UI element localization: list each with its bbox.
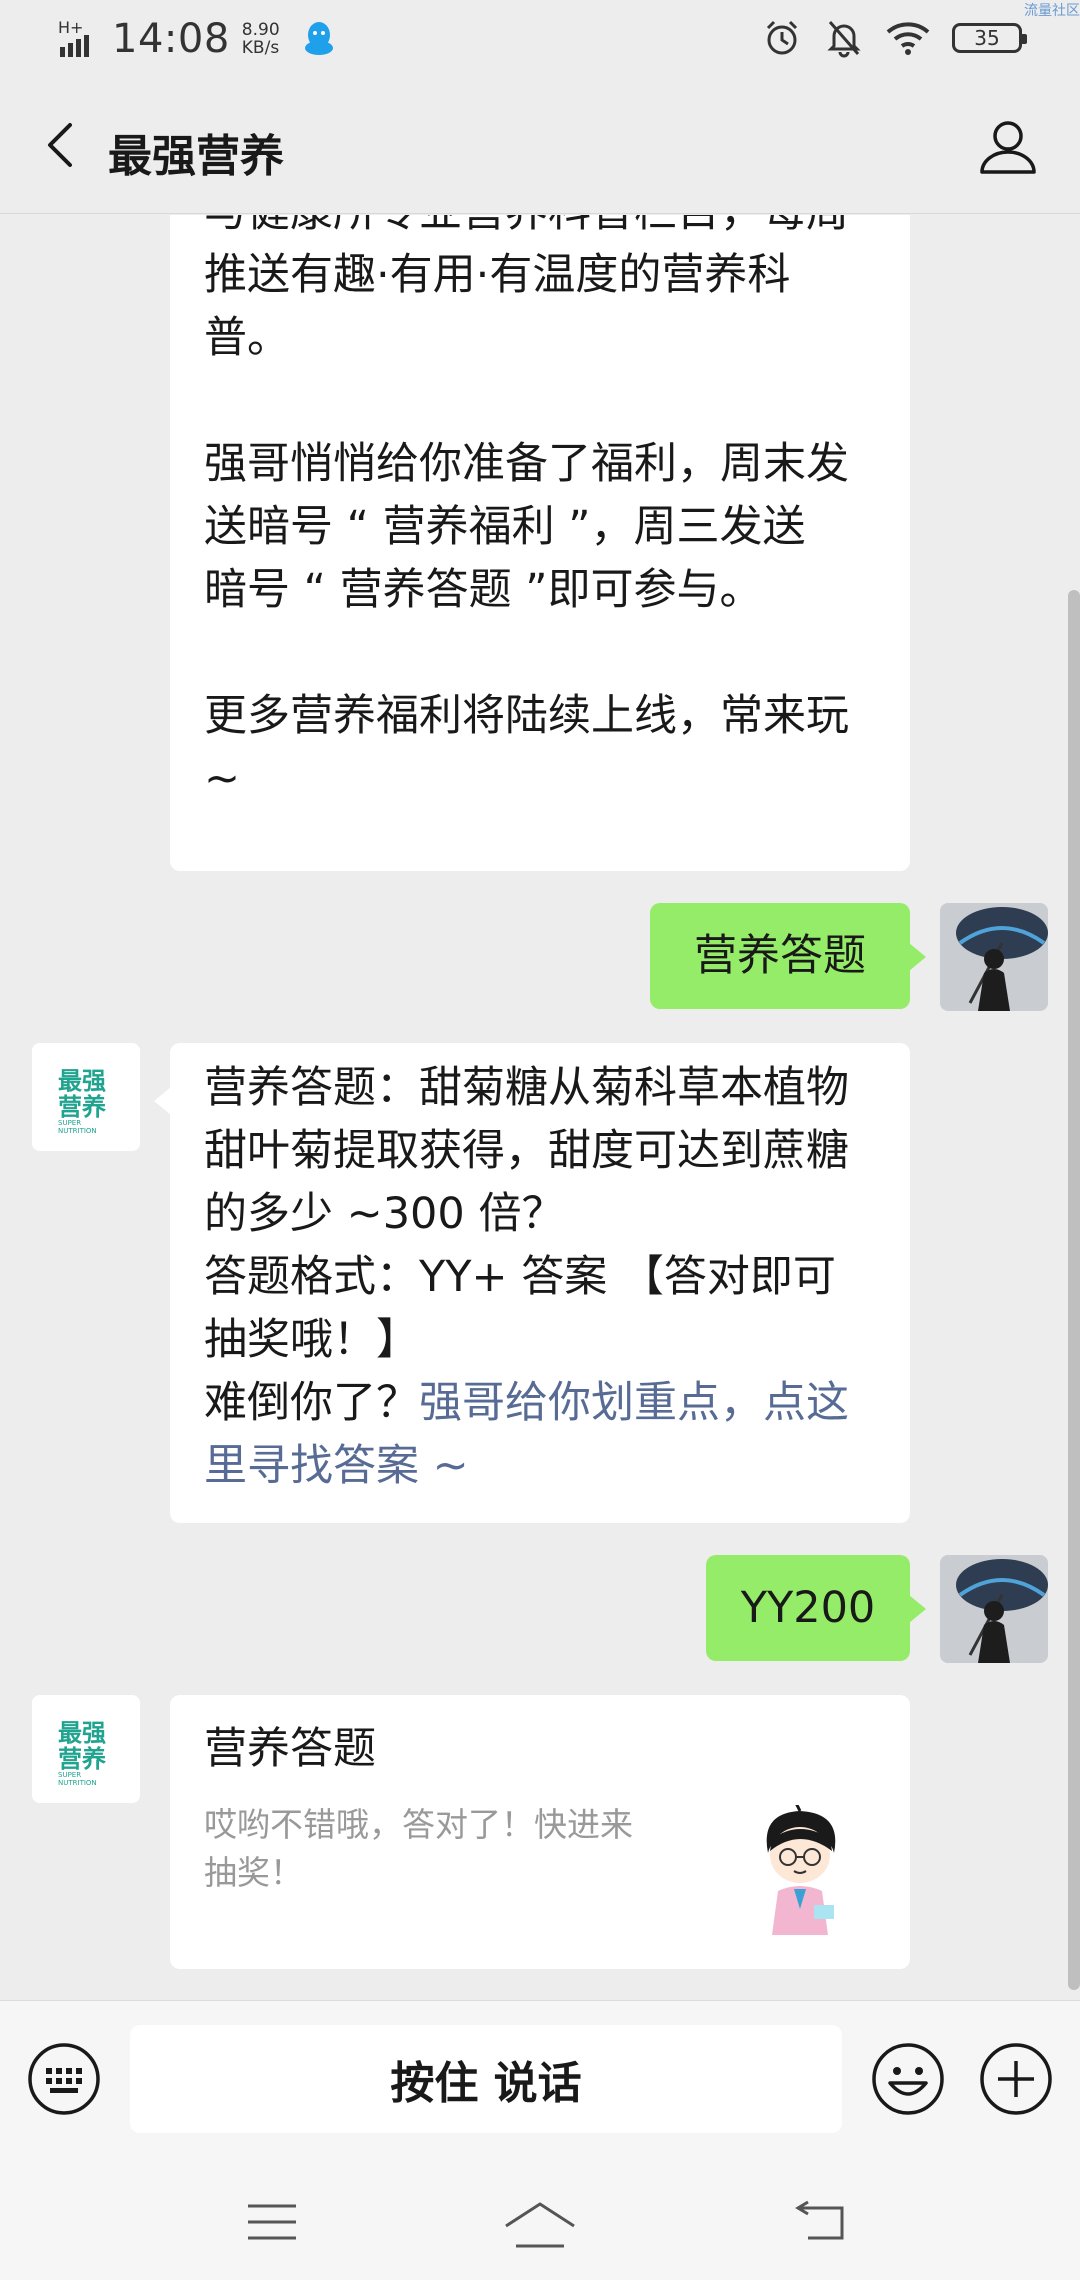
card-thumbnail: [766, 1805, 836, 1935]
page-title: 最强营养: [108, 131, 284, 182]
input-bar: 按住 说话: [0, 2000, 1080, 2160]
status-bar: H+ 14:08 8.90 KB/s 35 流量社区: [0, 0, 1080, 80]
svg-text:最强: 最强: [58, 1719, 106, 1747]
card-title: 营养答题: [204, 1724, 376, 1774]
mute-bell-icon: [827, 21, 861, 58]
message-user-reply-2[interactable]: YY200: [706, 1555, 926, 1661]
user-avatar[interactable]: [940, 903, 1048, 1011]
watermark: 流量社区: [1024, 3, 1080, 19]
emoji-icon[interactable]: [870, 2041, 946, 2117]
qq-notification-icon: [304, 22, 333, 55]
signal-icon: H+: [58, 17, 102, 61]
official-account-avatar[interactable]: 最强 营养 SUPER NUTRITION: [32, 1695, 140, 1803]
wifi-icon: [886, 22, 930, 55]
user-avatar[interactable]: [940, 1555, 1048, 1663]
svg-text:SUPER: SUPER: [58, 1771, 81, 1779]
back-nav-icon[interactable]: [790, 2200, 850, 2244]
system-navigation-bar: [0, 2160, 1080, 2280]
svg-text:NUTRITION: NUTRITION: [58, 1779, 97, 1787]
brand-logo-icon: 最强 营养 SUPER NUTRITION: [32, 1043, 140, 1151]
message-user-reply-1[interactable]: 营养答题: [650, 903, 926, 1009]
user-avatar-image: [940, 1555, 1048, 1663]
message-question[interactable]: 营养答题：甜菊糖从菊科草本植物 甜叶菊提取获得，甜度可达到蔗糖 的多少 ~300…: [154, 1043, 910, 1523]
home-icon[interactable]: [502, 2200, 578, 2250]
official-account-avatar[interactable]: 最强 营养 SUPER NUTRITION: [32, 1043, 140, 1151]
battery-indicator: 35: [952, 23, 1027, 53]
hold-to-talk-button[interactable]: 按住 说话: [130, 2025, 842, 2133]
svg-text:H+: H+: [58, 18, 83, 37]
message-intro[interactable]: 与健康所专业营养科普栏目，每周 推送有趣·有用·有温度的营养科 普。 强哥悄悄给…: [170, 215, 910, 871]
status-time: 14:08: [112, 16, 230, 62]
profile-icon[interactable]: [976, 114, 1040, 178]
svg-text:营养: 营养: [58, 1093, 106, 1121]
network-speed: 8.90 KB/s: [241, 20, 280, 58]
keyboard-toggle-icon[interactable]: [26, 2041, 102, 2117]
menu-icon[interactable]: [244, 2200, 300, 2244]
chat-header: 最强营养: [0, 80, 1080, 214]
back-button[interactable]: [30, 115, 90, 175]
svg-text:最强: 最强: [58, 1067, 106, 1095]
more-actions-icon[interactable]: [978, 2041, 1054, 2117]
alarm-icon: [766, 20, 798, 55]
brand-logo-icon: 最强 营养 SUPER NUTRITION: [32, 1695, 140, 1803]
svg-text:SUPER: SUPER: [58, 1119, 81, 1127]
svg-text:营养: 营养: [58, 1745, 106, 1773]
chat-area[interactable]: 与健康所专业营养科普栏目，每周 推送有趣·有用·有温度的营养科 普。 强哥悄悄给…: [0, 215, 1080, 2000]
scrollbar[interactable]: [1068, 590, 1080, 1990]
message-link-card[interactable]: 营养答题 哎哟不错哦，答对了！快进来 抽奖！: [170, 1695, 910, 1969]
svg-text:NUTRITION: NUTRITION: [58, 1127, 97, 1135]
user-avatar-image: [940, 903, 1048, 1011]
card-description: 哎哟不错哦，答对了！快进来 抽奖！: [204, 1805, 633, 1892]
